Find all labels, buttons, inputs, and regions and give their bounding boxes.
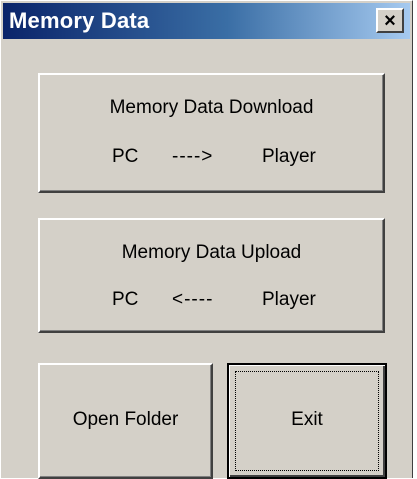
upload-direction: PC <---- Player (40, 289, 383, 313)
memory-data-window: Memory Data × Memory Data Download PC --… (0, 0, 413, 479)
download-direction: PC ----> Player (40, 146, 383, 170)
window-title: Memory Data (9, 8, 150, 33)
exit-label: Exit (291, 409, 323, 430)
download-button-title: Memory Data Download (109, 97, 314, 118)
download-source-label: PC (112, 146, 139, 167)
open-folder-label: Open Folder (72, 409, 179, 430)
upload-button-title: Memory Data Upload (121, 242, 302, 263)
upload-source-label: Player (262, 289, 316, 310)
close-button[interactable]: × (376, 8, 404, 33)
upload-arrow: <---- (172, 289, 214, 310)
exit-button[interactable]: Exit (227, 363, 387, 479)
title-bar[interactable]: Memory Data × (3, 3, 410, 39)
memory-data-upload-button[interactable]: Memory Data Upload PC <---- Player (38, 218, 385, 333)
open-folder-button[interactable]: Open Folder (38, 363, 213, 479)
upload-target-label: PC (112, 289, 139, 310)
download-target-label: Player (262, 146, 316, 167)
close-icon: × (384, 9, 396, 32)
memory-data-download-button[interactable]: Memory Data Download PC ----> Player (38, 73, 385, 193)
download-arrow: ----> (172, 146, 214, 167)
